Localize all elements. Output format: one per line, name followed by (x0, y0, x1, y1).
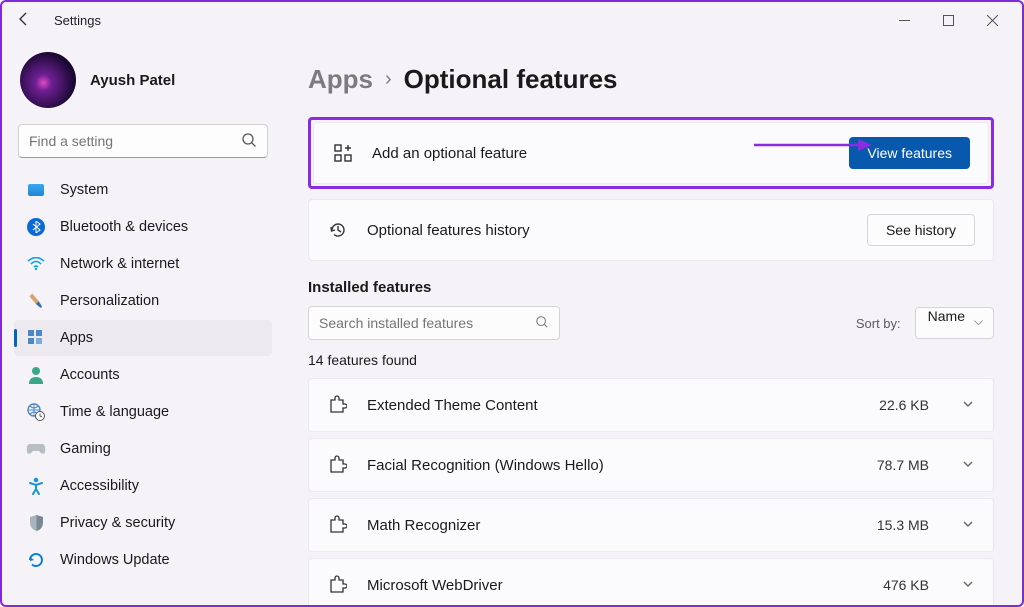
sidebar-nav: System Bluetooth & devices Network & int… (14, 172, 272, 578)
feature-size: 476 KB (883, 577, 929, 593)
sidebar-item-label: Personalization (60, 293, 159, 309)
sidebar-item-privacy[interactable]: Privacy & security (14, 505, 272, 541)
titlebar: Settings (2, 2, 1022, 38)
grid-plus-icon (332, 142, 354, 164)
sidebar-item-label: System (60, 182, 108, 198)
chevron-down-icon (961, 517, 975, 534)
feature-name: Extended Theme Content (367, 397, 859, 414)
sidebar-item-time-language[interactable]: Time & language (14, 394, 272, 430)
highlight-annotation: Add an optional feature View features (308, 117, 994, 189)
avatar (20, 52, 76, 108)
puzzle-icon (327, 455, 347, 475)
add-feature-label: Add an optional feature (372, 145, 831, 162)
sidebar-item-system[interactable]: System (14, 172, 272, 208)
installed-features-heading: Installed features (308, 279, 994, 296)
paintbrush-icon (26, 291, 46, 311)
feature-name: Math Recognizer (367, 517, 857, 534)
feature-size: 22.6 KB (879, 397, 929, 413)
breadcrumb: Apps › Optional features (308, 64, 994, 95)
gamepad-icon (26, 439, 46, 459)
puzzle-icon (327, 575, 347, 595)
sidebar-item-accounts[interactable]: Accounts (14, 357, 272, 393)
display-icon (26, 180, 46, 200)
sidebar-item-accessibility[interactable]: Accessibility (14, 468, 272, 504)
feature-name: Facial Recognition (Windows Hello) (367, 457, 857, 474)
update-icon (26, 550, 46, 570)
find-setting-input[interactable] (29, 133, 241, 149)
sidebar-item-label: Gaming (60, 441, 111, 457)
search-icon (241, 132, 257, 151)
feature-row[interactable]: Math Recognizer 15.3 MB (308, 498, 994, 552)
sidebar-item-network[interactable]: Network & internet (14, 246, 272, 282)
search-icon (535, 315, 549, 332)
window-title: Settings (54, 13, 101, 28)
user-name: Ayush Patel (90, 72, 175, 89)
globe-clock-icon (26, 402, 46, 422)
minimize-button[interactable] (882, 5, 926, 35)
chevron-down-icon (961, 397, 975, 414)
sidebar-item-personalization[interactable]: Personalization (14, 283, 272, 319)
sidebar-item-label: Time & language (60, 404, 169, 420)
sidebar-item-bluetooth[interactable]: Bluetooth & devices (14, 209, 272, 245)
feature-row[interactable]: Extended Theme Content 22.6 KB (308, 378, 994, 432)
view-features-button[interactable]: View features (849, 137, 970, 169)
feature-size: 15.3 MB (877, 517, 929, 533)
history-label: Optional features history (367, 222, 849, 239)
history-icon (327, 219, 349, 241)
sidebar: Ayush Patel System Bluetooth & devices N… (2, 38, 280, 605)
sidebar-item-label: Apps (60, 330, 93, 346)
breadcrumb-parent[interactable]: Apps (308, 64, 373, 95)
sidebar-item-label: Network & internet (60, 256, 179, 272)
back-button[interactable] (16, 11, 36, 30)
maximize-button[interactable] (926, 5, 970, 35)
bluetooth-icon (26, 217, 46, 237)
features-found-label: 14 features found (308, 352, 994, 368)
feature-row[interactable]: Facial Recognition (Windows Hello) 78.7 … (308, 438, 994, 492)
main-content: Apps › Optional features Add an optional… (280, 38, 1022, 605)
chevron-down-icon (961, 457, 975, 474)
sort-by-label: Sort by: (856, 316, 901, 331)
search-installed-features[interactable] (308, 306, 560, 340)
search-installed-input[interactable] (319, 315, 535, 331)
add-optional-feature-row[interactable]: Add an optional feature View features (313, 122, 989, 184)
accessibility-icon (26, 476, 46, 496)
chevron-right-icon: › (385, 68, 392, 91)
sidebar-item-gaming[interactable]: Gaming (14, 431, 272, 467)
sidebar-item-label: Accessibility (60, 478, 139, 494)
sort-by-dropdown[interactable]: Name (915, 307, 994, 339)
page-title: Optional features (404, 64, 618, 95)
profile[interactable]: Ayush Patel (14, 46, 272, 124)
sidebar-item-label: Windows Update (60, 552, 170, 568)
shield-icon (26, 513, 46, 533)
sidebar-item-label: Privacy & security (60, 515, 175, 531)
sidebar-item-label: Bluetooth & devices (60, 219, 188, 235)
feature-name: Microsoft WebDriver (367, 577, 863, 594)
apps-icon (26, 328, 46, 348)
sidebar-item-apps[interactable]: Apps (14, 320, 272, 356)
feature-row[interactable]: Microsoft WebDriver 476 KB (308, 558, 994, 605)
puzzle-icon (327, 395, 347, 415)
see-history-button[interactable]: See history (867, 214, 975, 246)
find-setting-search[interactable] (18, 124, 268, 158)
feature-size: 78.7 MB (877, 457, 929, 473)
wifi-icon (26, 254, 46, 274)
sidebar-item-windows-update[interactable]: Windows Update (14, 542, 272, 578)
optional-features-history-row[interactable]: Optional features history See history (308, 199, 994, 261)
sidebar-item-label: Accounts (60, 367, 120, 383)
puzzle-icon (327, 515, 347, 535)
close-button[interactable] (970, 5, 1014, 35)
person-icon (26, 365, 46, 385)
installed-controls: Sort by: Name (308, 306, 994, 340)
chevron-down-icon (961, 577, 975, 594)
